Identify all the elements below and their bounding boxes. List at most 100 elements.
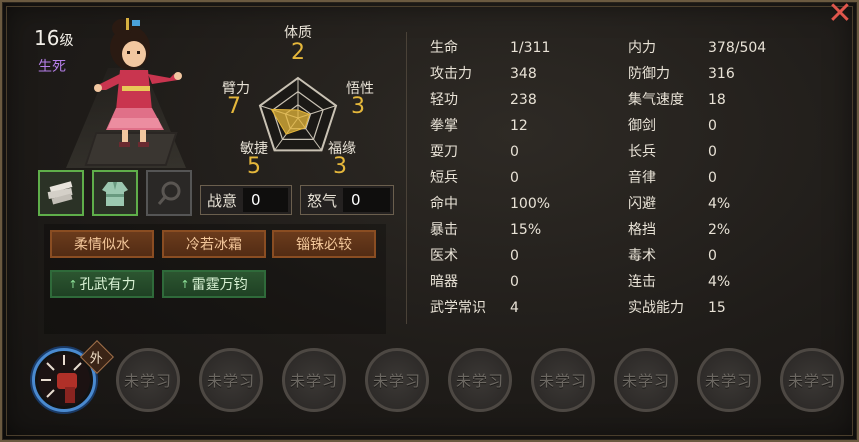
traits-panel: 柔情似水 冷若冰霜 锱铢必较 ↑ 孔武有力 ↑ 雷霆万钧	[44, 224, 386, 334]
nuqi-value: 0	[343, 188, 390, 212]
character-level: 16级	[34, 26, 73, 50]
stat-label: 连击	[628, 274, 656, 290]
stat-row: 集气速度 18	[628, 87, 808, 113]
radar-value-fuyuan: 3	[333, 154, 347, 179]
skill-slot-6[interactable]: 未学习	[448, 348, 512, 412]
skill-slot-2[interactable]: 未学习	[116, 348, 180, 412]
stat-label: 闪避	[628, 196, 656, 212]
stat-label: 暗器	[430, 274, 458, 290]
stat-label: 实战能力	[628, 300, 684, 316]
stat-row: 暴击 15%	[430, 217, 610, 243]
stat-label: 生命	[430, 40, 458, 56]
zhanyi-label: 战意	[207, 191, 238, 210]
character-portrait[interactable]	[82, 18, 192, 158]
stat-value: 316	[708, 66, 735, 82]
up-arrow-icon: ↑	[68, 278, 78, 291]
skill-empty-label: 未学习	[538, 371, 587, 390]
stat-row: 轻功 238	[430, 87, 610, 113]
stat-label: 毒术	[628, 248, 656, 264]
stat-label: 命中	[430, 196, 458, 212]
stat-value: 0	[708, 118, 717, 134]
trait-5-label: 雷霆万钧	[191, 277, 248, 293]
skill-slot-3[interactable]: 未学习	[199, 348, 263, 412]
stat-value: 4%	[708, 274, 731, 290]
portrait-area: 16级 生死	[24, 18, 204, 178]
skill-empty-label: 未学习	[704, 371, 753, 390]
trait-5[interactable]: ↑ 雷霆万钧	[162, 270, 266, 298]
stat-value: 0	[510, 170, 519, 186]
stat-value: 4%	[708, 196, 731, 212]
stat-value: 18	[708, 92, 726, 108]
stat-label: 格挡	[628, 222, 656, 238]
stat-row: 内力 378/504	[628, 35, 808, 61]
level-number: 16	[34, 26, 60, 50]
character-realm: 生死	[38, 59, 66, 75]
stat-label: 长兵	[628, 144, 656, 160]
equip-slot-1[interactable]	[38, 170, 84, 216]
stat-label: 攻击力	[430, 66, 472, 82]
stat-row: 格挡 2%	[628, 217, 808, 243]
stat-row: 攻击力 348	[430, 61, 610, 87]
stat-label: 御剑	[628, 118, 656, 134]
skill-slot-4[interactable]: 未学习	[282, 348, 346, 412]
close-icon[interactable]: ✕	[825, 0, 855, 29]
stat-value: 100%	[510, 196, 551, 212]
stat-label: 短兵	[430, 170, 458, 186]
stat-value: 348	[510, 66, 537, 82]
bandage-icon	[47, 181, 73, 205]
divider	[406, 32, 407, 324]
radar-value-tizhi: 2	[291, 40, 305, 65]
stat-value: 15	[708, 300, 726, 316]
skill-type-label: 外	[89, 351, 103, 367]
stat-label: 耍刀	[430, 144, 458, 160]
skill-slot-10[interactable]: 未学习	[780, 348, 844, 412]
up-arrow-icon: ↑	[180, 278, 190, 291]
stat-row: 实战能力 15	[628, 295, 808, 321]
attribute-radar: 体质 2 悟性 3 福缘 3 敏捷 5 臂力 7	[212, 20, 402, 190]
equip-slot-2[interactable]	[92, 170, 138, 216]
stat-value: 0	[510, 274, 519, 290]
trait-3-label: 锱铢必较	[296, 237, 352, 253]
trait-4-label: 孔武有力	[79, 277, 136, 293]
stat-label: 内力	[628, 40, 656, 56]
skill-empty-label: 未学习	[123, 371, 172, 390]
stat-value: 12	[510, 118, 528, 134]
trait-1-label: 柔情似水	[74, 237, 130, 253]
level-unit: 级	[59, 33, 74, 49]
stat-label: 暴击	[430, 222, 458, 238]
stat-label: 武学常识	[430, 300, 486, 316]
skill-slot-9[interactable]: 未学习	[697, 348, 761, 412]
trait-4[interactable]: ↑ 孔武有力	[50, 270, 154, 298]
radar-value-minjie: 5	[247, 154, 261, 179]
skill-empty-label: 未学习	[289, 371, 338, 390]
stat-row: 医术 0	[430, 243, 610, 269]
stat-value: 238	[510, 92, 537, 108]
stat-row: 防御力 316	[628, 61, 808, 87]
skill-slot-8[interactable]: 未学习	[614, 348, 678, 412]
stat-row: 御剑 0	[628, 113, 808, 139]
trait-2[interactable]: 冷若冰霜	[162, 230, 266, 258]
stat-label: 拳掌	[430, 118, 458, 134]
trait-3[interactable]: 锱铢必较	[272, 230, 376, 258]
stat-row: 音律 0	[628, 165, 808, 191]
skill-slot-5[interactable]: 未学习	[365, 348, 429, 412]
nuqi-label: 怒气	[307, 191, 338, 210]
skill-slot-1[interactable]: 外	[32, 340, 114, 412]
skill-empty-label: 未学习	[455, 371, 504, 390]
equip-slot-3[interactable]	[146, 170, 192, 216]
stat-label: 防御力	[628, 66, 670, 82]
radar-label-tizhi: 体质	[284, 25, 312, 41]
empty-slot-icon	[157, 181, 181, 205]
stat-row: 长兵 0	[628, 139, 808, 165]
stat-value: 15%	[510, 222, 542, 238]
stat-value: 0	[510, 144, 519, 160]
stat-row: 暗器 0	[430, 269, 610, 295]
stat-value: 4	[510, 300, 519, 316]
skill-slot-7[interactable]: 未学习	[531, 348, 595, 412]
zhanyi-value: 0	[243, 188, 288, 212]
stat-value: 0	[708, 170, 717, 186]
skills-bar: 外 未学习 未学习 未学习 未学习 未学习 未学习 未学习 未学习 未学习	[32, 340, 844, 414]
skill-empty-label: 未学习	[621, 371, 670, 390]
trait-1[interactable]: 柔情似水	[50, 230, 154, 258]
stat-row: 武学常识 4	[430, 295, 610, 321]
